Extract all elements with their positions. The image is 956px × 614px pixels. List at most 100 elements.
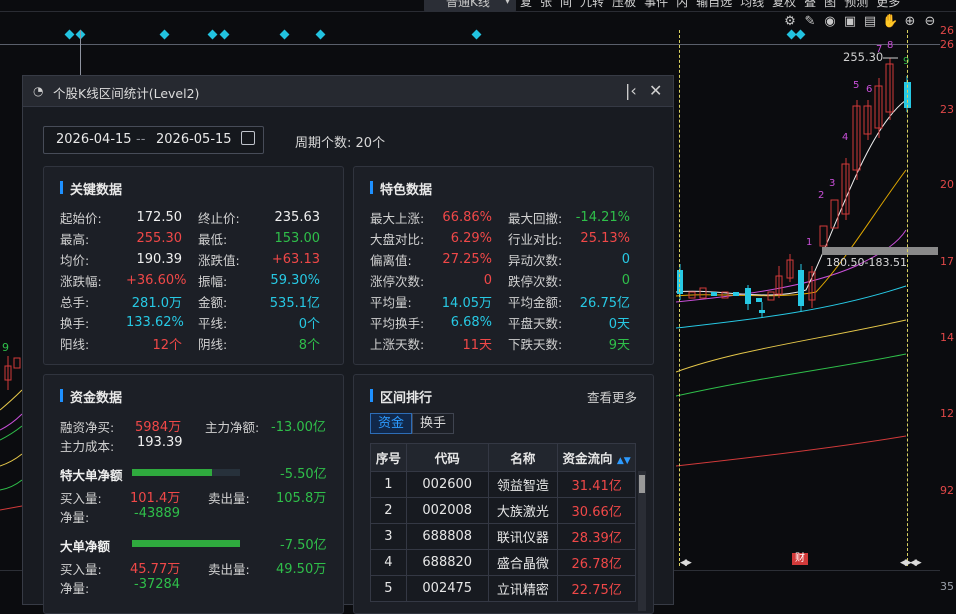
kline-chart[interactable]: 1 2 3 4 5 6 7 8 9 255.30 180.50-183.51 [676, 30, 940, 570]
end-date[interactable]: 2026-05-15 [156, 132, 232, 147]
menu-item-shijian[interactable]: 事件 [640, 0, 672, 12]
table-header-row: 序号 代码 名称 资金流向 ▲▼ [370, 443, 636, 472]
menu-item-yaban[interactable]: 压板 [608, 0, 640, 12]
menu-item-nei[interactable]: 内 [672, 0, 692, 12]
stat-value: 6.29% [450, 231, 492, 246]
stat-label: 平均换手: [370, 316, 425, 331]
stat-value: 59.30% [270, 273, 320, 288]
column-header-code[interactable]: 代码 [405, 443, 489, 472]
stat-label: 跌停次数: [508, 274, 563, 289]
cell-flow: 26.78亿 [557, 549, 636, 576]
collapse-icon[interactable]: |‹ [625, 81, 637, 100]
zoom-in-icon[interactable]: ⊕ [902, 14, 918, 30]
kline-type-select[interactable]: 普通K线 ▾ [424, 0, 516, 12]
draw-icon[interactable]: ✎ [802, 14, 818, 30]
menu-item-jian[interactable]: 间 [556, 0, 576, 12]
menu-item-yuce[interactable]: 预测 [840, 0, 872, 12]
menu-item-zhang[interactable]: 张 [536, 0, 556, 12]
stat-value: 8个 [298, 338, 320, 353]
left-ma-line [0, 479, 22, 491]
menu-item-die[interactable]: 叠 [800, 0, 820, 12]
date-range-picker[interactable]: 2026-04-15 -- 2026-05-15 [43, 126, 264, 154]
left-seq-number: 9 [2, 341, 9, 354]
table-scrollbar[interactable] [638, 471, 646, 611]
event-marker-icon[interactable] [159, 29, 170, 40]
menu-item-more[interactable]: 更多 [872, 0, 904, 12]
menu-item-junxian[interactable]: 均线 [736, 0, 768, 12]
stat-value: 66.86% [442, 210, 492, 225]
stat-label: 平盘天数: [508, 316, 563, 331]
table-row[interactable]: 2 002008 大族激光 30.66亿 [370, 497, 636, 524]
start-date[interactable]: 2026-04-15 [56, 132, 132, 147]
ma-line-green [676, 353, 907, 397]
view-more-link[interactable]: 查看更多 [587, 387, 637, 406]
stat-label: 最低: [198, 232, 228, 247]
eye-icon[interactable]: ◉ [822, 14, 838, 30]
zoom-out-icon[interactable]: ⊖ [922, 14, 938, 30]
large-sell-label: 卖出量: [208, 562, 250, 577]
price-tick: 14 [940, 331, 954, 344]
top-toolbar: 普通K线 ▾ 复 张 间 九转 压板 事件 内 输自选 均线 复权 叠 图 预测… [0, 0, 956, 12]
cell-code: 002600 [405, 471, 489, 498]
column-header-flow[interactable]: 资金流向 ▲▼ [557, 443, 636, 472]
calendar-icon[interactable] [241, 131, 255, 145]
menu-item-fu[interactable]: 复 [516, 0, 536, 12]
sort-icon[interactable]: ▲▼ [617, 456, 631, 466]
cell-flow: 30.66亿 [557, 497, 636, 524]
left-ma-line [0, 505, 22, 511]
range-arrow-icon[interactable]: ◀▶◀▶ [900, 558, 922, 568]
stat-label: 上涨天数: [370, 337, 425, 352]
super-buy-label: 买入量: [60, 491, 102, 506]
close-icon[interactable]: ✕ [649, 81, 662, 100]
stat-value: 0个 [298, 317, 320, 332]
table-row[interactable]: 3 688808 联讯仪器 28.39亿 [370, 523, 636, 550]
period-count: 周期个数: 20个 [295, 132, 385, 151]
stat-value: 281.0万 [131, 296, 182, 311]
cell-code: 688820 [405, 549, 489, 576]
event-marker-icon[interactable] [207, 29, 218, 40]
super-large-value: -5.50亿 [280, 467, 327, 482]
event-marker-icon[interactable] [219, 29, 230, 40]
finance-badge[interactable]: 财 [792, 553, 808, 565]
tab-turnover[interactable]: 换手 [412, 413, 455, 434]
table-row[interactable]: 1 002600 领益智造 31.41亿 [370, 471, 636, 498]
candle [798, 270, 804, 306]
bag-icon[interactable]: ▣ [842, 14, 858, 30]
price-tick: 23 [940, 103, 954, 116]
tab-fund[interactable]: 资金 [370, 413, 413, 434]
menu-item-fuquan[interactable]: 复权 [768, 0, 800, 12]
menu-item-jiuzhuan[interactable]: 九转 [576, 0, 608, 12]
large-net-value: -37284 [134, 577, 181, 592]
bookmark-icon[interactable]: ▤ [862, 14, 878, 30]
price-tick: 20 [940, 178, 954, 191]
stat-row: 最大上涨: 66.86% 最大回撤: -14.21% [370, 207, 630, 228]
range-start-line [679, 30, 680, 566]
menu-item-zixuan[interactable]: 输自选 [692, 0, 736, 12]
seq-number: 8 [887, 40, 893, 51]
stat-value: 26.75亿 [579, 296, 630, 311]
stat-row: 起始价: 172.50 终止价: 235.63 [60, 207, 320, 228]
candle [699, 287, 707, 299]
scrollbar-thumb[interactable] [639, 475, 645, 493]
column-header-name[interactable]: 名称 [487, 443, 559, 472]
stat-row: 最高: 255.30 最低: 153.00 [60, 228, 320, 249]
period-value: 20个 [355, 136, 386, 151]
column-header-rank[interactable]: 序号 [370, 443, 407, 472]
fund-data-panel: 资金数据 融资净买: 5984万 主力净额: -13.00亿 主力成本: 193… [43, 374, 344, 614]
hand-icon[interactable]: ✋ [882, 14, 898, 30]
range-arrow-icon[interactable]: ◀▶ [680, 558, 692, 568]
menu-item-tu[interactable]: 图 [820, 0, 840, 12]
seq-number: 3 [829, 178, 835, 189]
event-marker-icon[interactable] [64, 29, 75, 40]
event-marker-icon[interactable] [279, 29, 290, 40]
stat-label: 大盘对比: [370, 232, 425, 247]
gear-icon[interactable]: ⚙ [782, 14, 798, 30]
stat-label: 涨跌幅: [60, 274, 102, 289]
left-ma-line [0, 413, 22, 431]
event-marker-icon[interactable] [315, 29, 326, 40]
stat-value: 0 [483, 273, 492, 288]
chevron-down-icon: ▾ [504, 0, 510, 7]
cell-rank: 2 [370, 497, 407, 524]
event-marker-icon[interactable] [471, 29, 482, 40]
table-row[interactable]: 4 688820 盛合晶微 26.78亿 [370, 549, 636, 576]
